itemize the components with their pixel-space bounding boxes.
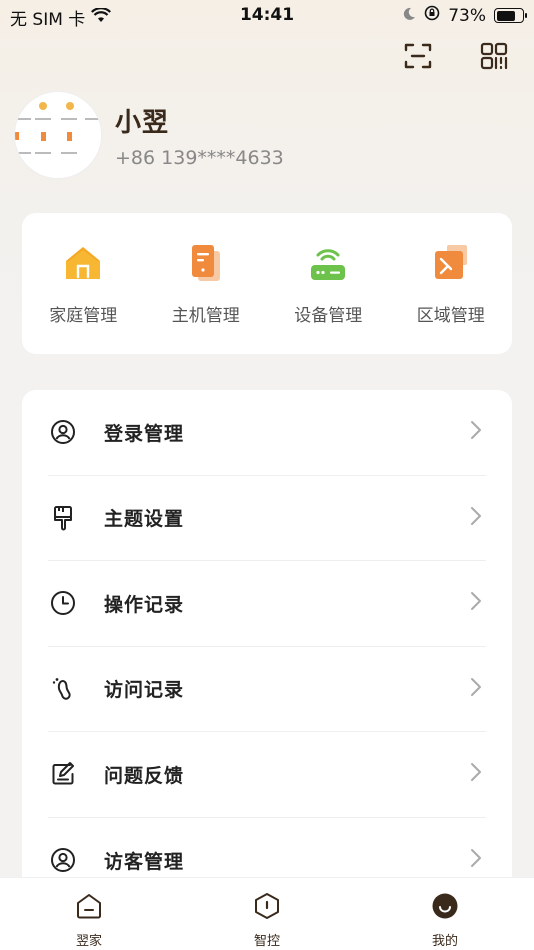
quick-item-device[interactable]: 设备管理	[267, 213, 390, 354]
profile-tab-icon	[431, 892, 459, 924]
menu-item-feedback[interactable]: 问题反馈	[48, 732, 486, 818]
chevron-right-icon	[470, 762, 482, 786]
bottom-tab-bar: 翌家 智控 我的	[0, 878, 534, 950]
qr-code-button[interactable]	[478, 42, 510, 74]
menu-item-login-management[interactable]: 登录管理	[48, 390, 486, 476]
scan-button[interactable]	[402, 42, 434, 74]
menu-label: 访客管理	[104, 850, 185, 873]
menu-label: 访问记录	[104, 679, 185, 702]
quick-label-area: 区域管理	[416, 306, 485, 326]
tab-label: 我的	[431, 934, 458, 949]
quick-label-device: 设备管理	[294, 306, 363, 326]
tab-mine[interactable]: 我的	[356, 878, 534, 950]
home-icon	[61, 241, 105, 285]
battery-fill	[496, 10, 515, 21]
quick-label-host: 主机管理	[171, 306, 240, 326]
chevron-right-icon	[470, 506, 482, 530]
brush-icon	[48, 503, 78, 533]
visitor-icon	[48, 845, 78, 875]
footprint-icon	[48, 674, 78, 704]
host-icon	[184, 241, 228, 285]
avatar[interactable]	[15, 92, 101, 178]
scan-icon	[403, 41, 433, 75]
clock-icon	[48, 588, 78, 618]
user-name: 小翌	[115, 107, 170, 138]
chevron-right-icon	[470, 677, 482, 701]
settings-menu-card: 登录管理 主题设置 操作记录 访问记录 问题反馈 访客管理	[22, 390, 512, 910]
menu-item-visit-log[interactable]: 访问记录	[48, 647, 486, 732]
user-circle-icon	[48, 417, 78, 447]
rotation-lock-icon	[424, 5, 440, 26]
chevron-right-icon	[470, 591, 482, 615]
status-bar: 无 SIM 卡 14:41 73%	[0, 0, 534, 30]
profile-section[interactable]: 小翌 +86 139****4633	[15, 92, 284, 178]
battery-icon	[494, 8, 527, 23]
router-icon	[306, 241, 350, 285]
menu-item-theme-settings[interactable]: 主题设置	[48, 476, 486, 561]
qr-code-icon	[479, 41, 509, 75]
tab-home[interactable]: 翌家	[0, 878, 178, 950]
quick-item-host[interactable]: 主机管理	[145, 213, 268, 354]
control-tab-icon	[253, 892, 281, 924]
menu-label: 主题设置	[104, 508, 185, 531]
tab-label: 智控	[253, 934, 280, 949]
tab-control[interactable]: 智控	[178, 878, 356, 950]
chevron-right-icon	[470, 420, 482, 444]
quick-label-family: 家庭管理	[49, 306, 118, 326]
chevron-right-icon	[470, 848, 482, 872]
menu-item-operation-log[interactable]: 操作记录	[48, 561, 486, 647]
status-right: 73%	[402, 5, 527, 26]
battery-percent: 73%	[448, 5, 486, 26]
avatar-image	[15, 92, 101, 178]
tab-label: 翌家	[75, 934, 102, 949]
quick-item-family[interactable]: 家庭管理	[22, 213, 145, 354]
menu-label: 问题反馈	[104, 764, 185, 787]
area-icon	[429, 241, 473, 285]
feedback-icon	[48, 759, 78, 789]
profile-info: 小翌 +86 139****4633	[115, 102, 284, 169]
quick-actions-card: 家庭管理 主机管理 设备管理 区域管理	[22, 213, 512, 354]
menu-label: 登录管理	[104, 422, 185, 445]
top-actions	[402, 42, 510, 74]
menu-label: 操作记录	[104, 593, 185, 616]
moon-icon	[402, 6, 416, 26]
quick-item-area[interactable]: 区域管理	[390, 213, 513, 354]
home-tab-icon	[75, 892, 103, 924]
user-phone: +86 139****4633	[115, 146, 284, 169]
